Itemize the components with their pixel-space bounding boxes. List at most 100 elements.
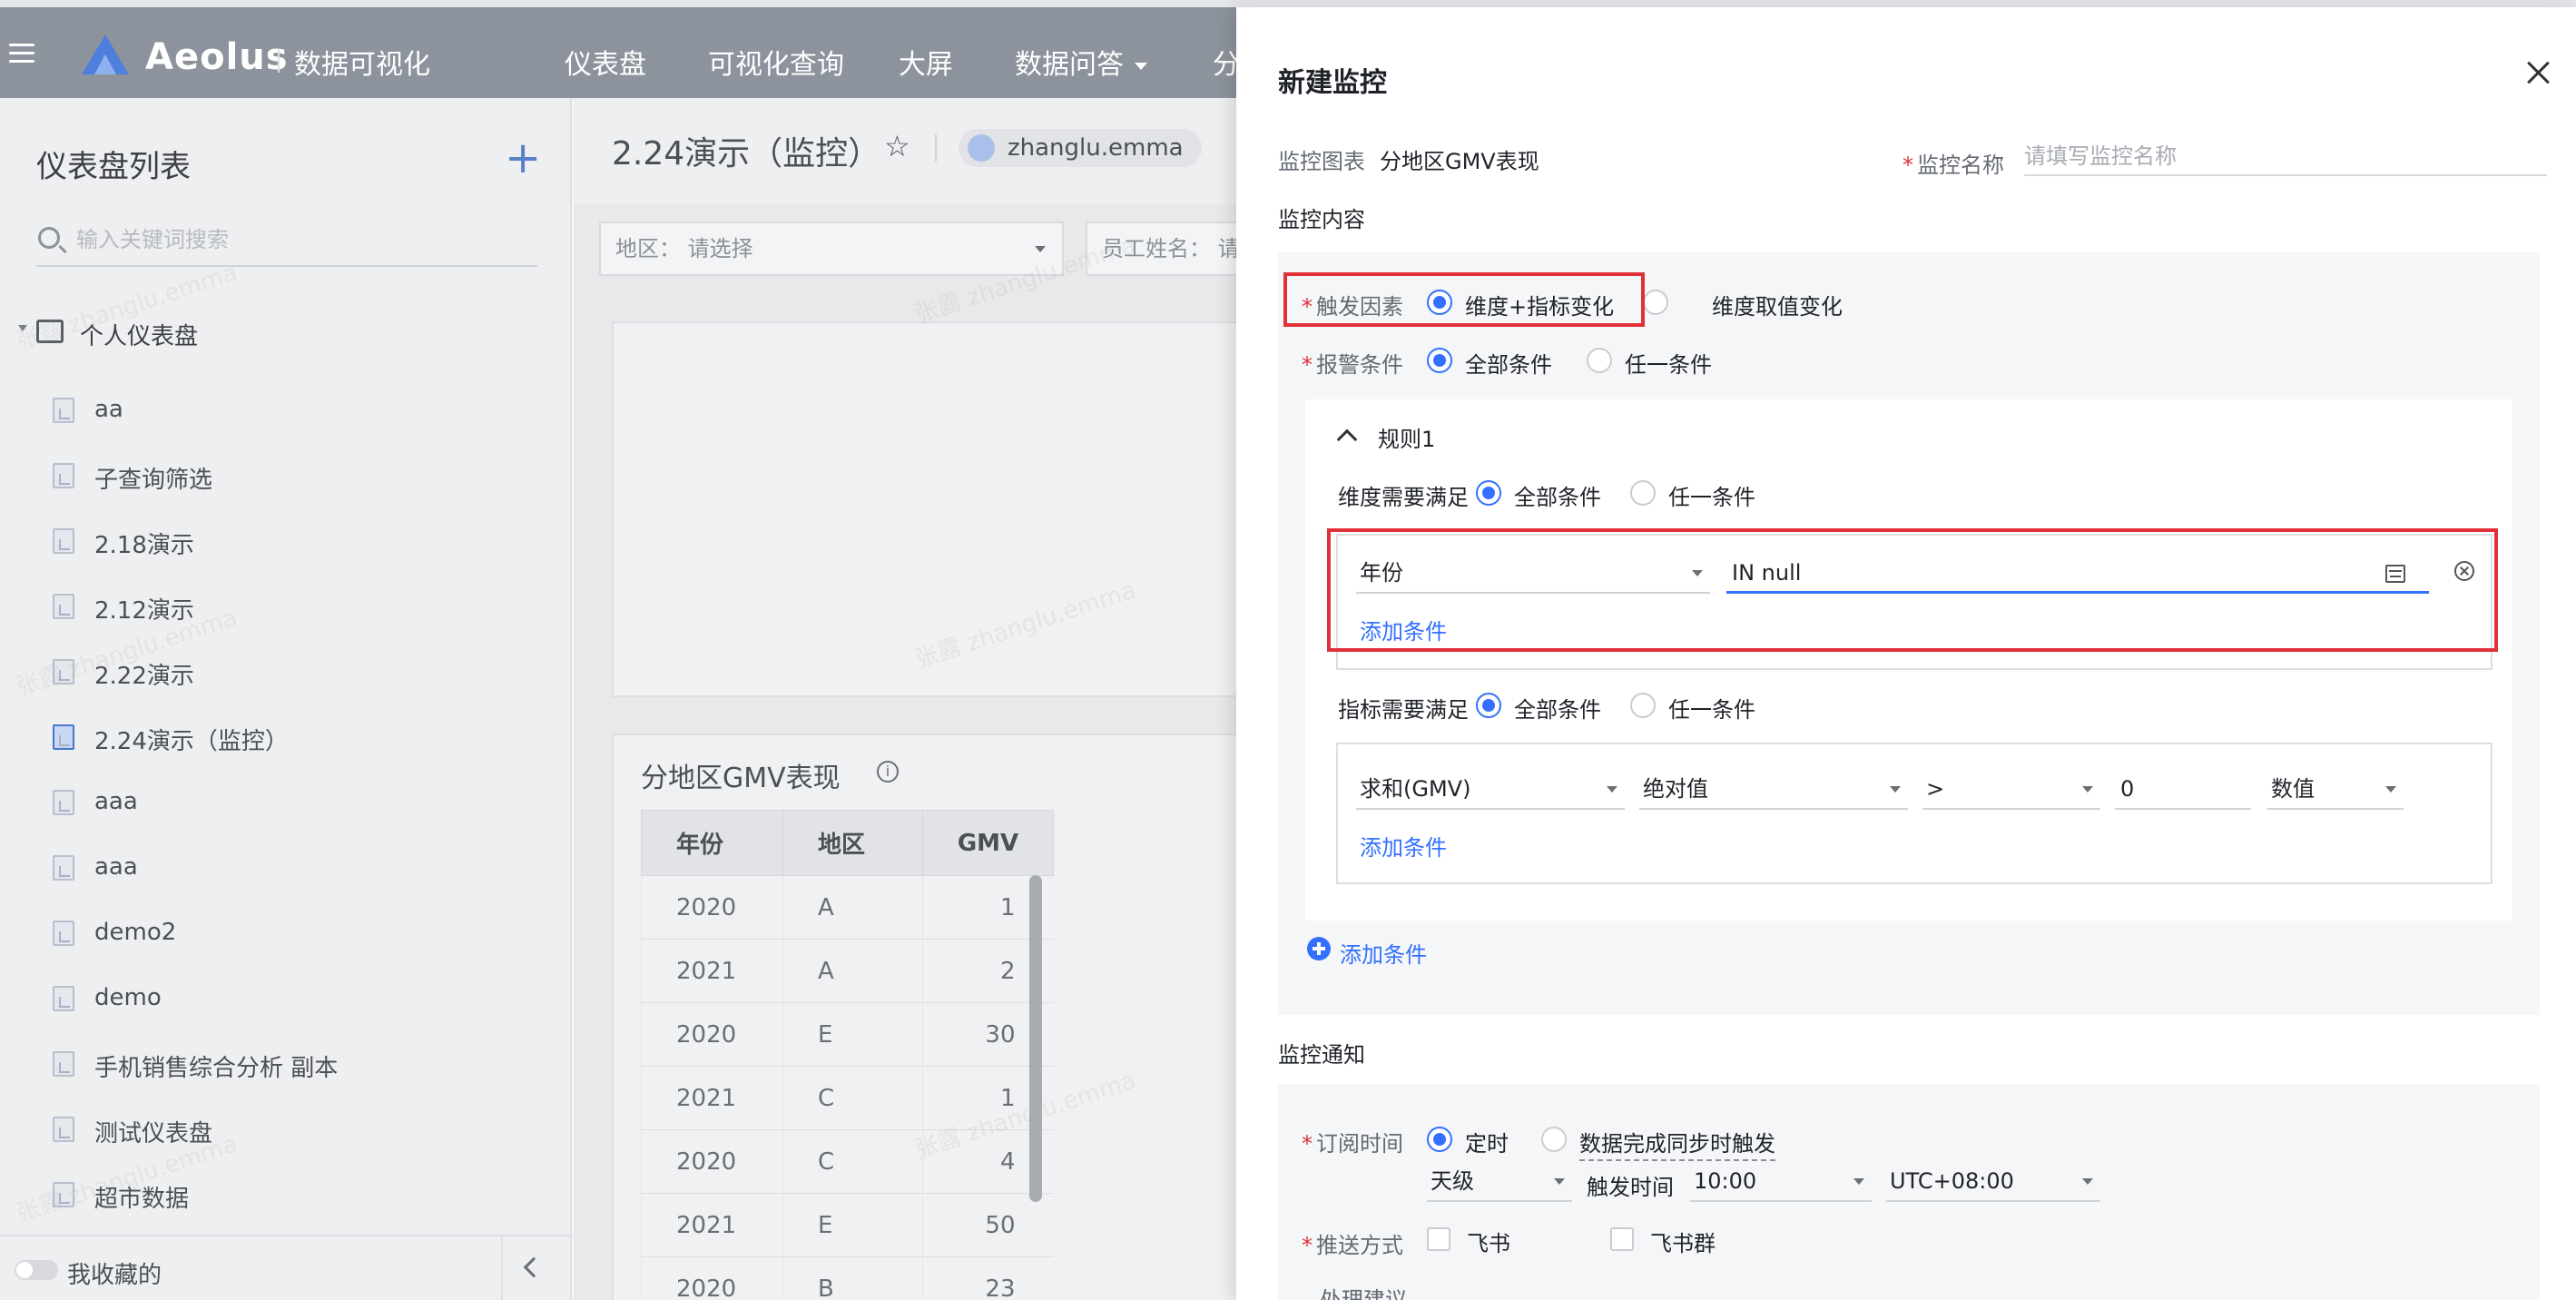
gmv-card: 分地区GMV表现 i 年份 地区 GMV 2020 A 1 2021 A 2 2020 E 30… [612, 734, 1247, 1300]
sidebar-item-label: demo2 [94, 919, 177, 946]
table-row: 2020 E 30 [641, 1002, 1054, 1067]
nav-item-data-qa[interactable]: 数据问答 [1015, 42, 1147, 82]
dashboard-file-icon [53, 528, 74, 554]
add-rule-condition-link[interactable]: 添加条件 [1340, 937, 1427, 969]
nav-item-visual-query[interactable]: 可视化查询 [708, 42, 844, 82]
monitor-chart-label: 监控图表 [1278, 149, 1365, 174]
dashboard-main: 2.24演示（监控） ☆ zhanglu.emma 地区： 请选择 员工姓名： … [13, 98, 1249, 1300]
chevron-down-icon [2082, 786, 2093, 793]
sidebar-item-label: 测试仪表盘 [94, 1120, 213, 1147]
hamburger-menu-icon[interactable] [9, 44, 34, 64]
chart-card-empty [612, 321, 1247, 697]
nav-item-dashboard[interactable]: 仪表盘 [565, 42, 646, 82]
dashboard-file-icon [53, 1182, 74, 1207]
chevron-down-icon [1035, 246, 1046, 252]
drawer-title: 新建监控 [1278, 67, 1387, 99]
metric-field-select[interactable]: 求和(GMV) [1356, 772, 1625, 810]
info-icon[interactable]: i [877, 761, 899, 783]
close-icon[interactable] [2523, 58, 2552, 87]
metric-condition-card [1336, 743, 2492, 884]
metric-value-input[interactable]: 0 [2115, 772, 2251, 810]
push-method-label: * 推送方式 [1302, 1233, 1403, 1258]
radio-icon [1427, 1127, 1452, 1152]
sidebar-item-label: demo [94, 984, 162, 1011]
brand-subtitle: 数据可视化 [294, 49, 430, 81]
add-dashboard-button[interactable]: + [505, 136, 541, 180]
table-cell: 50 [922, 1193, 1054, 1257]
highlight-box-trigger [1283, 272, 1645, 327]
sidebar-item-label: 子查询筛选 [94, 467, 213, 494]
dashboard-file-icon [53, 1117, 74, 1142]
star-icon[interactable]: ☆ [884, 129, 910, 163]
favorites-toggle[interactable] [15, 1260, 58, 1280]
dashboard-file-icon [53, 724, 74, 750]
monitor-content-section: 监控内容 [1278, 207, 1365, 232]
trigger-time-select[interactable]: 10:00 [1690, 1164, 1872, 1202]
metric-mode-select[interactable]: 绝对值 [1639, 772, 1908, 810]
metric-operator-select[interactable]: > [1922, 772, 2100, 810]
table-row: 2020 A 1 [641, 875, 1054, 940]
add-circle-icon[interactable] [1307, 937, 1331, 960]
metric-label: 指标需要满足 [1338, 697, 1469, 723]
table-scrollbar[interactable] [1029, 875, 1042, 1202]
dashboard-sidebar: 仪表盘列表 + 个人仪表盘 aa子查询筛选2.18演示2.12演示2.22演示2… [0, 98, 572, 1300]
table-cell: A [782, 939, 923, 1003]
footer-separator [501, 1236, 503, 1300]
table-cell: 2020 [641, 1129, 783, 1194]
table-cell: C [782, 1066, 923, 1130]
header-separator [935, 134, 937, 162]
radio-icon [1643, 290, 1668, 315]
advice-label: 处理建议 [1320, 1287, 1407, 1300]
table-cell: E [782, 1193, 923, 1257]
radio-icon [1541, 1127, 1567, 1152]
collapse-sidebar-icon[interactable] [523, 1256, 545, 1278]
owner-badge[interactable]: zhanglu.emma [959, 129, 1202, 167]
dashboard-title: 2.24演示（监控） [612, 135, 881, 172]
checkbox-icon [1427, 1227, 1450, 1251]
radio-icon [1427, 348, 1452, 373]
sidebar-item-label: aaa [94, 853, 138, 881]
alarm-label: * 报警条件 [1302, 352, 1403, 378]
table-header-region[interactable]: 地区 [782, 810, 923, 876]
dashboard-header: 2.24演示（监控） ☆ zhanglu.emma [574, 98, 1236, 203]
table-cell: 2021 [641, 939, 783, 1003]
sidebar-item-label: 超市数据 [94, 1186, 190, 1213]
sidebar-search-input[interactable] [76, 223, 530, 256]
dashboard-file-icon [53, 463, 74, 488]
dashboard-file-icon [53, 659, 74, 684]
sidebar-title: 仪表盘列表 [36, 149, 191, 185]
filter-employee[interactable]: 员工姓名： 请 [1086, 222, 1249, 276]
nav-item-big-screen[interactable]: 大屏 [899, 42, 953, 82]
sidebar-search [36, 220, 537, 267]
search-icon [38, 227, 60, 249]
brand-separator [278, 49, 280, 73]
brand-name: Aeolus [145, 36, 289, 78]
table-cell: 2020 [641, 1002, 783, 1067]
chevron-down-icon [1853, 1178, 1864, 1185]
table-cell: B [782, 1256, 923, 1300]
dashboard-folder-icon [36, 320, 64, 343]
table-header-year[interactable]: 年份 [641, 810, 783, 876]
monitor-chart-value: 分地区GMV表现 [1380, 149, 1539, 174]
new-monitor-drawer: 新建监控 监控图表 分地区GMV表现 *监控名称 监控内容 *触发因素 维度+指… [1236, 7, 2576, 1300]
table-row: 2021 C 1 [641, 1066, 1054, 1130]
radio-icon [1476, 480, 1501, 506]
table-cell: 2021 [641, 1066, 783, 1130]
table-cell: 23 [922, 1256, 1054, 1300]
timezone-select[interactable]: UTC+08:00 [1886, 1164, 2100, 1202]
dashboard-file-icon [53, 986, 74, 1011]
monitor-name-label: * 监控名称 [1903, 153, 2004, 178]
add-metric-condition-link[interactable]: 添加条件 [1360, 830, 1447, 862]
favorites-label: 我收藏的 [67, 1262, 162, 1289]
dashboard-file-icon [53, 790, 74, 815]
table-header-gmv[interactable]: GMV [922, 810, 1054, 876]
dashboard-file-icon [53, 594, 74, 619]
monitor-notify-section: 监控通知 [1278, 1042, 1365, 1068]
table-row: 2021 E 50 [641, 1193, 1054, 1257]
frequency-select[interactable]: 天级 [1427, 1164, 1572, 1202]
monitor-name-input[interactable] [2024, 138, 2547, 176]
gmv-table: 年份 地区 GMV 2020 A 1 2021 A 2 2020 E 30 2021 C 1 2020 C… [641, 810, 1054, 1300]
filter-region[interactable]: 地区： 请选择 [599, 222, 1064, 276]
metric-unit-select[interactable]: 数值 [2267, 772, 2404, 810]
dimension-label: 维度需要满足 [1338, 485, 1469, 510]
